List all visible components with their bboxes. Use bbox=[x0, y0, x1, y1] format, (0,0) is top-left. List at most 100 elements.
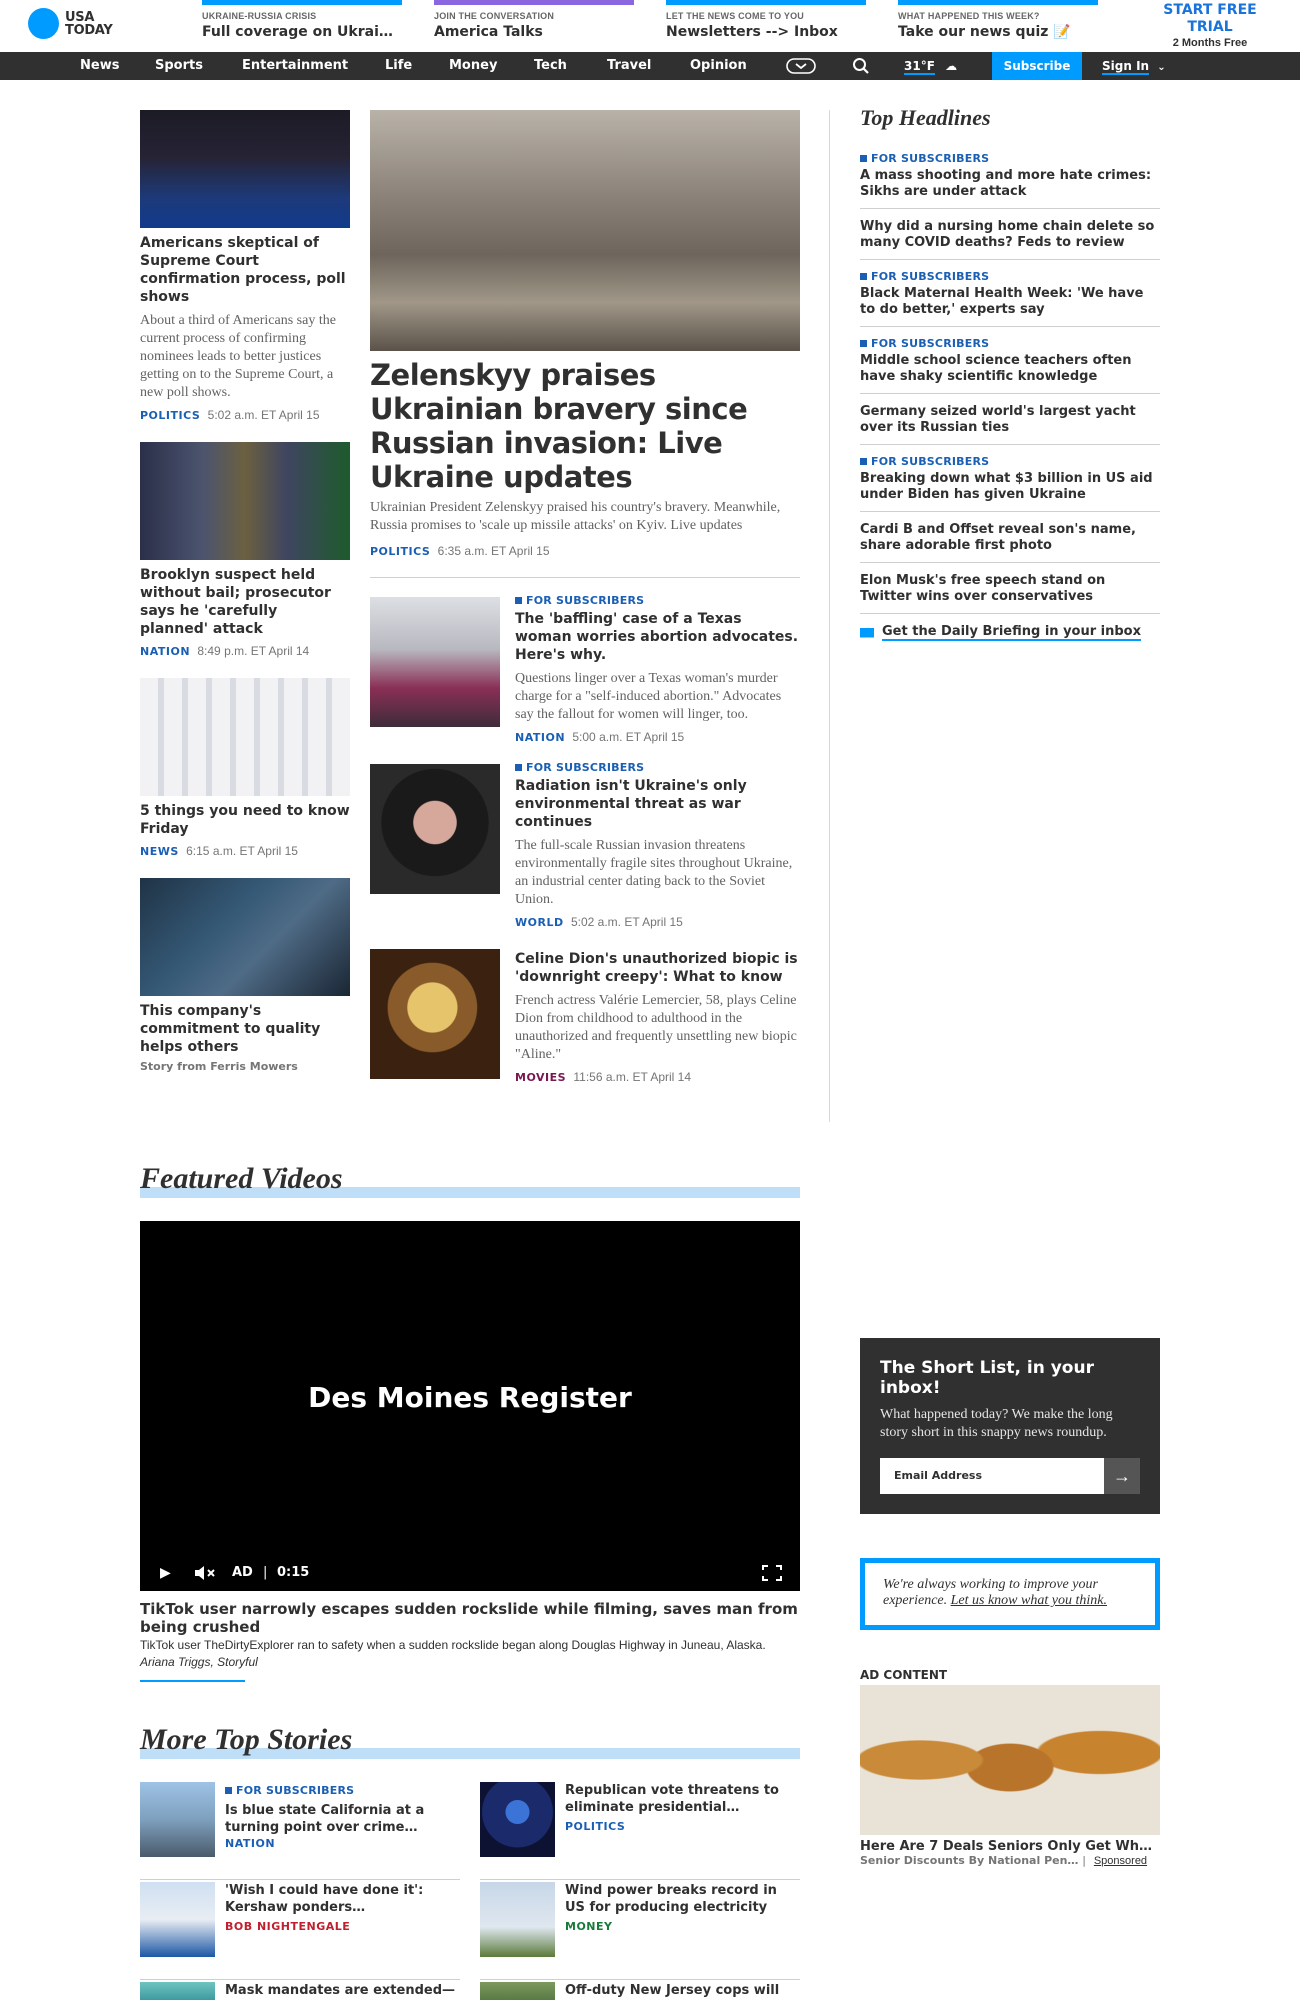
section-label[interactable]: WORLD bbox=[515, 916, 564, 929]
story-thumbnail[interactable] bbox=[480, 1782, 555, 1857]
start-free-trial-button[interactable]: START FREE TRIAL 2 Months Free bbox=[1160, 2, 1260, 49]
factory-worker-photo[interactable] bbox=[140, 878, 350, 996]
section-label[interactable]: NATION bbox=[140, 645, 190, 658]
featured-videos-title: Featured Videos bbox=[140, 1162, 343, 1195]
weather-widget[interactable]: 31°F ☁ bbox=[904, 52, 957, 80]
lead-headline[interactable]: Zelenskyy praises Ukrainian bravery sinc… bbox=[370, 358, 800, 494]
list-item[interactable]: Republican vote threatens to eliminate p… bbox=[480, 1782, 800, 1880]
story-brooklyn-suspect[interactable]: Brooklyn suspect held without bail; pros… bbox=[140, 560, 350, 658]
story-thumbnail[interactable] bbox=[480, 1882, 555, 1957]
promo-america-talks[interactable]: JOIN THE CONVERSATION America Talks bbox=[434, 0, 634, 52]
section-label[interactable]: POLITICS bbox=[565, 1820, 625, 1833]
section-label[interactable]: NATION bbox=[515, 731, 565, 744]
headline-link[interactable]: Why did a nursing home chain delete so m… bbox=[860, 219, 1160, 251]
story-headline[interactable]: Off-duty New Jersey cops will be bbox=[565, 1982, 800, 2000]
play-icon[interactable]: ▶ bbox=[160, 1565, 171, 1581]
list-item[interactable]: FOR SUBSCRIBERS A mass shooting and more… bbox=[860, 148, 1160, 209]
story-5-things[interactable]: 5 things you need to know Friday NEWS 6:… bbox=[140, 796, 350, 858]
sponsored-link[interactable]: Sponsored bbox=[1094, 1855, 1147, 1867]
story-thumbnail[interactable] bbox=[140, 1782, 215, 1857]
mute-icon[interactable] bbox=[194, 1565, 216, 1585]
headline-link[interactable]: A mass shooting and more hate crimes: Si… bbox=[860, 168, 1160, 200]
promo-newsletters[interactable]: LET THE NEWS COME TO YOU Newsletters -->… bbox=[666, 0, 866, 52]
sign-in-button[interactable]: Sign In ⌄ bbox=[1102, 52, 1166, 80]
story-supreme-court[interactable]: Americans skeptical of Supreme Court con… bbox=[140, 228, 350, 422]
supreme-court-photo[interactable] bbox=[140, 110, 350, 228]
celine-dion-photo[interactable] bbox=[370, 949, 500, 1079]
list-item[interactable]: Elon Musk's free speech stand on Twitter… bbox=[860, 569, 1160, 614]
email-field[interactable]: Email Address bbox=[880, 1458, 1104, 1494]
for-subscribers-badge: FOR SUBSCRIBERS bbox=[860, 337, 1160, 350]
promo-ukraine[interactable]: UKRAINE-RUSSIA CRISIS Full coverage on U… bbox=[202, 0, 402, 52]
list-item[interactable]: FOR SUBSCRIBERS Middle school science te… bbox=[860, 333, 1160, 394]
baseball-team-photo[interactable] bbox=[140, 678, 350, 796]
section-label[interactable]: MONEY bbox=[565, 1920, 612, 1933]
portrait-photo[interactable] bbox=[370, 764, 500, 894]
daily-briefing-link[interactable]: Get the Daily Briefing in your inbox bbox=[860, 624, 1141, 641]
nav-item-entertainment[interactable]: Entertainment bbox=[242, 52, 348, 80]
list-item[interactable]: FOR SUBSCRIBERS Is blue state California… bbox=[140, 1782, 460, 1880]
story-headline[interactable]: 5 things you need to know Friday bbox=[140, 802, 350, 838]
list-item[interactable]: Wind power breaks record in US for produ… bbox=[480, 1882, 800, 1980]
story-headline[interactable]: Mask mandates are extended— bbox=[225, 1982, 460, 1999]
story-thumbnail[interactable] bbox=[140, 1982, 215, 2000]
nav-item-news[interactable]: News bbox=[80, 52, 119, 80]
story-ukraine-environment[interactable]: FOR SUBSCRIBERS Radiation isn't Ukraine'… bbox=[515, 761, 800, 929]
story-headline[interactable]: This company's commitment to quality hel… bbox=[140, 1002, 350, 1056]
story-thumbnail[interactable] bbox=[480, 1982, 555, 2000]
story-headline[interactable]: Wind power breaks record in US for produ… bbox=[565, 1882, 800, 1916]
story-headline[interactable]: Americans skeptical of Supreme Court con… bbox=[140, 234, 350, 306]
list-item[interactable]: Mask mandates are extended— bbox=[140, 1982, 460, 2000]
video-player[interactable]: Des Moines Register ▶ AD | 0:15 bbox=[140, 1221, 800, 1591]
promo-news-quiz[interactable]: WHAT HAPPENED THIS WEEK? Take our news q… bbox=[898, 0, 1098, 52]
nav-item-money[interactable]: Money bbox=[449, 52, 497, 80]
section-label[interactable]: NATION bbox=[225, 1837, 275, 1850]
submit-arrow-icon[interactable]: → bbox=[1104, 1458, 1140, 1494]
list-item[interactable]: FOR SUBSCRIBERS Breaking down what $3 bi… bbox=[860, 451, 1160, 512]
story-headline[interactable]: Republican vote threatens to eliminate p… bbox=[565, 1782, 800, 1816]
story-headline[interactable]: The 'baffling' case of a Texas woman wor… bbox=[515, 610, 800, 664]
nav-item-travel[interactable]: Travel bbox=[607, 52, 651, 80]
list-item[interactable]: Germany seized world's largest yacht ove… bbox=[860, 400, 1160, 445]
story-headline[interactable]: Brooklyn suspect held without bail; pros… bbox=[140, 566, 350, 638]
story-headline[interactable]: 'Wish I could have done it': Kershaw pon… bbox=[225, 1882, 460, 1916]
section-label[interactable]: POLITICS bbox=[370, 545, 430, 558]
headline-link[interactable]: Cardi B and Offset reveal son's name, sh… bbox=[860, 522, 1160, 554]
section-label[interactable]: BOB NIGHTENGALE bbox=[225, 1920, 350, 1933]
list-item[interactable]: 'Wish I could have done it': Kershaw pon… bbox=[140, 1882, 460, 1980]
list-item[interactable]: Why did a nursing home chain delete so m… bbox=[860, 215, 1160, 260]
brooklyn-press-photo[interactable] bbox=[140, 442, 350, 560]
headline-link[interactable]: Black Maternal Health Week: 'We have to … bbox=[860, 286, 1160, 318]
scotus-protest-photo[interactable] bbox=[370, 597, 500, 727]
story-headline[interactable]: Radiation isn't Ukraine's only environme… bbox=[515, 777, 800, 831]
story-celine-biopic[interactable]: Celine Dion's unauthorized biopic is 'do… bbox=[515, 950, 800, 1084]
story-sponsored-ferris[interactable]: This company's commitment to quality hel… bbox=[140, 996, 350, 1073]
more-menu-icon[interactable] bbox=[786, 56, 816, 76]
list-item[interactable]: FOR SUBSCRIBERS Black Maternal Health We… bbox=[860, 266, 1160, 327]
list-item[interactable]: Off-duty New Jersey cops will be bbox=[480, 1982, 800, 2000]
story-texas-abortion[interactable]: FOR SUBSCRIBERS The 'baffling' case of a… bbox=[515, 594, 800, 744]
video-headline[interactable]: TikTok user narrowly escapes sudden rock… bbox=[140, 1600, 800, 1636]
list-item[interactable]: Cardi B and Offset reveal son's name, sh… bbox=[860, 518, 1160, 563]
nav-item-sports[interactable]: Sports bbox=[155, 52, 203, 80]
story-headline[interactable]: Celine Dion's unauthorized biopic is 'do… bbox=[515, 950, 800, 986]
headline-link[interactable]: Elon Musk's free speech stand on Twitter… bbox=[860, 573, 1160, 605]
feedback-link[interactable]: Let us know what you think. bbox=[951, 1593, 1107, 1608]
subscribe-button[interactable]: Subscribe bbox=[992, 52, 1082, 80]
fullscreen-icon[interactable] bbox=[762, 1565, 782, 1585]
nav-item-tech[interactable]: Tech bbox=[534, 52, 567, 80]
search-icon[interactable] bbox=[852, 56, 870, 76]
section-label[interactable]: MOVIES bbox=[515, 1071, 566, 1084]
section-label[interactable]: POLITICS bbox=[140, 409, 200, 422]
nav-item-life[interactable]: Life bbox=[385, 52, 412, 80]
section-label[interactable]: NEWS bbox=[140, 845, 179, 858]
story-headline[interactable]: Is blue state California at a turning po… bbox=[225, 1802, 460, 1836]
ad-image[interactable] bbox=[860, 1685, 1160, 1835]
nav-item-opinion[interactable]: Opinion bbox=[690, 52, 747, 80]
usa-today-logo[interactable]: USA TODAY bbox=[28, 8, 113, 39]
headline-link[interactable]: Germany seized world's largest yacht ove… bbox=[860, 404, 1160, 436]
headline-link[interactable]: Breaking down what $3 billion in US aid … bbox=[860, 471, 1160, 503]
headline-link[interactable]: Middle school science teachers often hav… bbox=[860, 353, 1160, 385]
story-thumbnail[interactable] bbox=[140, 1882, 215, 1957]
lead-ukraine-photo[interactable] bbox=[370, 110, 800, 351]
